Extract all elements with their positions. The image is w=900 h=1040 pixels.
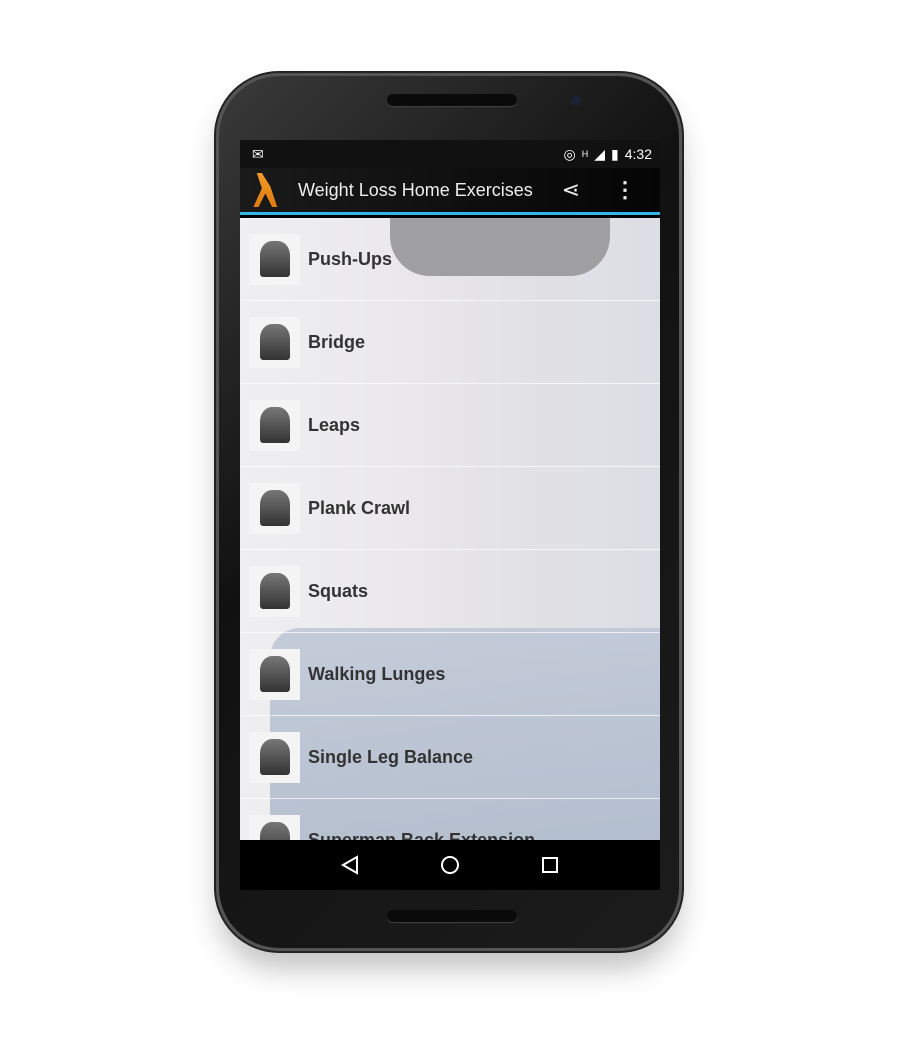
list-item[interactable]: Walking Lunges — [240, 633, 660, 716]
screen: ✉ ◎ H ◢ ▮ 4:32 Weight Loss Home Exercise… — [240, 140, 660, 890]
bottom-speaker — [387, 910, 517, 922]
exercise-thumbnail — [249, 399, 300, 451]
exercise-thumbnail — [249, 316, 300, 368]
list-item[interactable]: Single Leg Balance — [240, 716, 660, 799]
exercise-list[interactable]: Push-Ups Bridge Leaps Plank Crawl Squats… — [240, 218, 660, 841]
exercise-label: Push-Ups — [308, 248, 393, 269]
exercise-label: Single Leg Balance — [308, 746, 474, 767]
list-item[interactable]: Leaps — [240, 384, 660, 467]
exercise-label: Walking Lunges — [308, 663, 446, 684]
exercise-label: Bridge — [308, 331, 366, 352]
overflow-menu-icon[interactable]: ⋮ — [614, 177, 636, 203]
app-logo-icon[interactable] — [253, 173, 278, 207]
list-item[interactable]: Push-Ups — [240, 218, 660, 301]
exercise-label: Plank Crawl — [308, 497, 411, 518]
exercise-label: Squats — [308, 580, 369, 601]
list-item[interactable]: Bridge — [240, 301, 660, 384]
list-item[interactable]: Superman Back Extension — [240, 799, 660, 841]
exercise-thumbnail — [249, 731, 300, 783]
exercise-thumbnail — [249, 648, 300, 700]
navigation-bar — [240, 840, 660, 890]
action-bar: Weight Loss Home Exercises ⋖ ⋮ — [240, 168, 660, 215]
network-type: H — [581, 149, 589, 159]
home-icon[interactable] — [440, 855, 460, 875]
list-item[interactable]: Squats — [240, 550, 660, 633]
battery-icon: ▮ — [611, 145, 619, 162]
exercise-thumbnail — [249, 482, 300, 534]
exercise-thumbnail — [249, 814, 300, 841]
app-title: Weight Loss Home Exercises — [298, 179, 533, 200]
hotspot-icon: ◎ — [563, 145, 576, 162]
clock: 4:32 — [624, 146, 652, 162]
recents-icon[interactable] — [540, 855, 560, 875]
share-icon[interactable]: ⋖ — [562, 177, 580, 203]
front-camera — [571, 96, 581, 106]
status-bar: ✉ ◎ H ◢ ▮ 4:32 — [240, 140, 660, 168]
list-item[interactable]: Plank Crawl — [240, 467, 660, 550]
top-speaker — [387, 94, 517, 106]
signal-icon: ◢ — [594, 145, 606, 162]
exercise-thumbnail — [249, 565, 300, 617]
back-icon[interactable] — [340, 855, 360, 875]
exercise-label: Leaps — [308, 414, 361, 435]
exercise-thumbnail — [249, 233, 300, 285]
gmail-icon: ✉ — [252, 145, 264, 162]
